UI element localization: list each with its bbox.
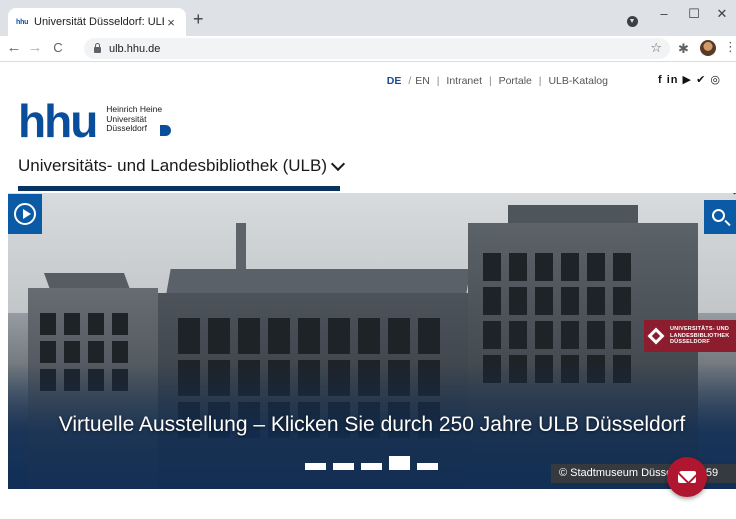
- ulb-diamond-icon: [647, 327, 665, 345]
- nav-separator: |: [538, 75, 542, 87]
- extensions-puzzle-icon[interactable]: ✱: [678, 41, 689, 57]
- language-en-link[interactable]: EN: [415, 75, 430, 87]
- slider-dot-1[interactable]: [305, 463, 326, 470]
- badge-line-3: DÜSSELDORF: [670, 339, 710, 346]
- slider-pagination: [305, 456, 445, 470]
- minimize-button[interactable]: –: [654, 6, 674, 21]
- tab-title: Universität Düsseldorf: ULB: [34, 16, 164, 28]
- play-icon: [14, 203, 36, 225]
- maximize-button[interactable]: ☐: [684, 6, 704, 22]
- badge-line-1: UNIVERSITÄTS- UND: [670, 326, 730, 333]
- bookmark-star-icon[interactable]: ☆: [650, 40, 662, 56]
- browser-tab[interactable]: hhu Universität Düsseldorf: ULB ×: [8, 8, 186, 36]
- hero-caption-link[interactable]: Virtuelle Ausstellung – Klicken Sie durc…: [8, 413, 736, 437]
- logo-line-3: Düsseldorf: [106, 123, 147, 133]
- tab-close-icon[interactable]: ×: [164, 16, 178, 29]
- language-de-link[interactable]: DE: [387, 75, 402, 87]
- url-text: ulb.hhu.de: [109, 42, 161, 55]
- social-media-icons[interactable]: f in ▶ ✔ ◎: [658, 73, 721, 86]
- search-button[interactable]: [704, 200, 736, 234]
- browser-toolbar: ← → C ulb.hhu.de ☆: [0, 36, 736, 62]
- tab-search-icon[interactable]: [627, 16, 638, 27]
- mail-icon: [678, 471, 696, 483]
- play-button[interactable]: [8, 194, 42, 234]
- language-separator: /: [408, 75, 412, 87]
- ulb-badge: UNIVERSITÄTS- UND LANDESBIBLIOTHEK DÜSSE…: [644, 320, 736, 352]
- slider-dot-4[interactable]: [389, 456, 410, 470]
- site-title-dropdown[interactable]: Universitäts- und Landesbibliothek (ULB): [18, 156, 346, 176]
- logo-wordmark: Heinrich Heine Universität Düsseldorf: [106, 104, 162, 134]
- lock-icon[interactable]: [94, 43, 101, 53]
- hhu-favicon-icon: hhu: [16, 18, 29, 26]
- hero-image-detail: [236, 223, 246, 273]
- new-tab-button[interactable]: +: [193, 10, 204, 28]
- image-credit: © Stadtmuseum Düsseldorf, 259: [551, 464, 736, 483]
- logo-mark: hhu: [18, 95, 98, 147]
- logo-block-icon: [160, 125, 171, 136]
- slider-dot-2[interactable]: [333, 463, 354, 470]
- intranet-link[interactable]: Intranet: [446, 75, 482, 87]
- profile-avatar[interactable]: [700, 40, 716, 56]
- hhu-logo[interactable]: hhu Heinrich Heine Universität Düsseldor…: [18, 95, 162, 147]
- portale-link[interactable]: Portale: [499, 75, 532, 87]
- back-button[interactable]: ←: [6, 40, 22, 56]
- nav-separator: |: [488, 75, 492, 87]
- browser-menu-icon[interactable]: ⋮: [724, 39, 736, 55]
- title-underline: [18, 186, 340, 191]
- slider-dot-5[interactable]: [417, 463, 438, 470]
- web-page: DE / EN | Intranet | Portale | ULB-Katalo…: [8, 63, 736, 519]
- contact-button[interactable]: [667, 457, 707, 497]
- slider-dot-3[interactable]: [361, 463, 382, 470]
- close-window-button[interactable]: ✕: [712, 6, 732, 22]
- ulb-katalog-link[interactable]: ULB-Katalog: [548, 75, 608, 87]
- site-title: Universitäts- und Landesbibliothek (ULB): [18, 156, 327, 175]
- hero-slider[interactable]: UNIVERSITÄTS- UND LANDESBIBLIOTHEK DÜSSE…: [8, 193, 736, 489]
- nav-separator: |: [436, 75, 440, 87]
- top-navigation: DE / EN | Intranet | Portale | ULB-Katalo…: [8, 75, 608, 87]
- browser-tab-strip: hhu Universität Düsseldorf: ULB × + – ☐ …: [0, 0, 736, 36]
- search-icon: [712, 209, 725, 222]
- badge-text: UNIVERSITÄTS- UND LANDESBIBLIOTHEK DÜSSE…: [670, 326, 734, 346]
- reload-button[interactable]: C: [50, 40, 66, 56]
- address-bar[interactable]: ulb.hhu.de ☆: [84, 38, 670, 59]
- forward-button[interactable]: →: [27, 40, 43, 56]
- chevron-down-icon: [330, 156, 346, 171]
